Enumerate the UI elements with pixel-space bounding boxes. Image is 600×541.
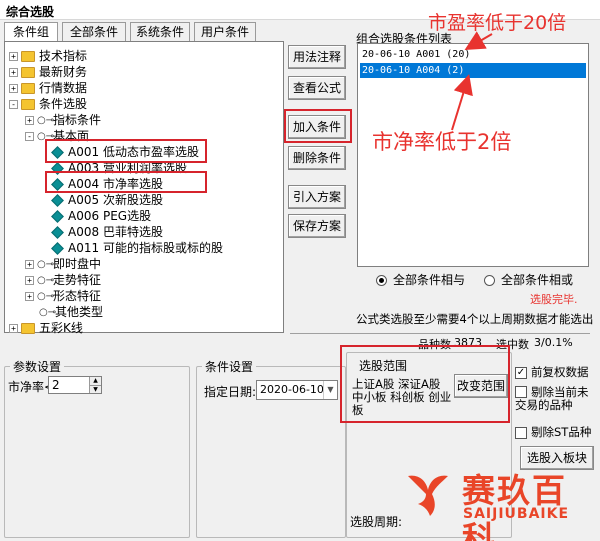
chevron-down-icon[interactable]: ▼ — [323, 381, 337, 399]
tree-folder-finance[interactable]: + 最新财务 — [9, 64, 87, 80]
expand-icon[interactable]: + — [9, 324, 18, 333]
folder-icon — [21, 83, 35, 94]
params-group-label: 参数设置 — [10, 358, 65, 375]
tree-item-a008[interactable]: A008 巴菲特选股 — [51, 224, 163, 240]
pb-value: 2 — [52, 378, 60, 392]
tab-condition-group[interactable]: 条件组 — [4, 22, 58, 42]
usage-notes-button[interactable]: 用法注释 — [288, 45, 346, 69]
gem-icon — [51, 194, 64, 207]
folder-icon — [21, 323, 35, 334]
gem-icon — [51, 242, 64, 255]
tab-all-conditions[interactable]: 全部条件 — [62, 22, 126, 42]
tree-item-a005[interactable]: A005 次新股选股 — [51, 192, 163, 208]
tree-folder-condition-select[interactable]: - 条件选股 — [9, 96, 87, 112]
tab-system-conditions[interactable]: 系统条件 — [130, 22, 190, 42]
tree-folder-wucai[interactable]: + 五彩K线 — [9, 320, 83, 336]
date-value: 2020-06-10 — [260, 383, 324, 396]
and-radio[interactable]: 全部条件相与 — [376, 271, 465, 288]
highlight-box-add — [284, 109, 352, 143]
radio-icon — [484, 275, 495, 286]
folder-icon — [21, 67, 35, 78]
logo-text-cn: 赛玖百科 — [462, 471, 567, 541]
tree-item-a011[interactable]: A011 可能的指标股或标的股 — [51, 240, 223, 256]
spin-down-icon[interactable]: ▼ — [89, 385, 101, 393]
selected-count-value: 3/0.1% — [534, 336, 573, 349]
formula-note: 公式类选股至少需要4个以上周期数据才能选出 — [356, 312, 594, 326]
delete-condition-button[interactable]: 删除条件 — [288, 146, 346, 170]
highlight-box-range — [340, 345, 510, 423]
import-plan-button[interactable]: 引入方案 — [288, 185, 346, 209]
tree-node-intraday[interactable]: + ○⊸即时盘中 — [25, 256, 101, 272]
save-plan-button[interactable]: 保存方案 — [288, 214, 346, 238]
cond-settings-label: 条件设置 — [202, 358, 257, 375]
radio-icon — [376, 275, 387, 286]
logo-icon — [408, 475, 448, 516]
collapse-icon[interactable]: - — [25, 132, 34, 141]
or-radio[interactable]: 全部条件相或 — [484, 271, 573, 288]
expand-icon[interactable]: + — [25, 116, 34, 125]
link-icon: ○⊸ — [37, 274, 55, 286]
link-icon: ○⊸ — [37, 258, 55, 270]
date-label: 指定日期: — [204, 385, 257, 399]
expand-icon[interactable]: + — [25, 276, 34, 285]
link-icon: ○⊸ — [37, 114, 55, 126]
gem-icon — [51, 210, 64, 223]
date-select[interactable]: 2020-06-10 ▼ — [256, 380, 338, 400]
tree-folder-quotes[interactable]: + 行情数据 — [9, 80, 87, 96]
expand-icon[interactable]: + — [25, 260, 34, 269]
period-label: 选股周期: — [350, 515, 403, 529]
tree-item-a006[interactable]: A006 PEG选股 — [51, 208, 151, 224]
link-icon: ○⊸ — [39, 306, 57, 318]
tree-node-other-types[interactable]: ○⊸其他类型 — [39, 304, 103, 320]
folder-icon — [21, 51, 35, 62]
exclude-halt-checkbox[interactable]: 剔除当前未交易的品种 — [515, 386, 595, 412]
collapse-icon[interactable]: - — [9, 100, 18, 109]
annotation-arrows — [451, 31, 493, 131]
checkbox-icon — [515, 386, 527, 398]
expand-icon[interactable]: + — [25, 292, 34, 301]
highlight-box-a001 — [45, 139, 207, 163]
link-icon: ○⊸ — [37, 290, 55, 302]
exclude-st-checkbox[interactable]: 剔除ST品种 — [515, 424, 591, 440]
expand-icon[interactable]: + — [9, 84, 18, 93]
view-formula-button[interactable]: 查看公式 — [288, 76, 346, 100]
tree-node-pattern[interactable]: + ○⊸形态特征 — [25, 288, 101, 304]
highlight-box-a004 — [45, 171, 207, 193]
checkbox-icon — [515, 426, 527, 439]
tree-node-indicator-conditions[interactable]: + ○⊸指标条件 — [25, 112, 101, 128]
tree-folder-technical[interactable]: + 技术指标 — [9, 48, 87, 64]
pb-stepper[interactable]: 2 ▲ ▼ — [48, 376, 102, 394]
tree-node-trend[interactable]: + ○⊸走势特征 — [25, 272, 101, 288]
expand-icon[interactable]: + — [9, 68, 18, 77]
status-done: 选股完毕. — [530, 293, 578, 306]
window-title: 综合选股 — [6, 5, 55, 19]
tab-user-conditions[interactable]: 用户条件 — [194, 22, 256, 42]
logo-text-en: SAIJIUBAIKE — [463, 506, 570, 522]
folder-icon — [21, 99, 35, 110]
check-icon: ✓ — [515, 366, 527, 379]
condition-tree[interactable]: + 技术指标 + 最新财务 + 行情数据 - 条件选股 + ○⊸指标条件 - ○⊸基本面 A… — [4, 41, 284, 336]
spin-up-icon[interactable]: ▲ — [89, 377, 101, 385]
gem-icon — [51, 226, 64, 239]
fq-checkbox[interactable]: ✓ 前复权数据 — [515, 364, 589, 380]
expand-icon[interactable]: + — [9, 52, 18, 61]
